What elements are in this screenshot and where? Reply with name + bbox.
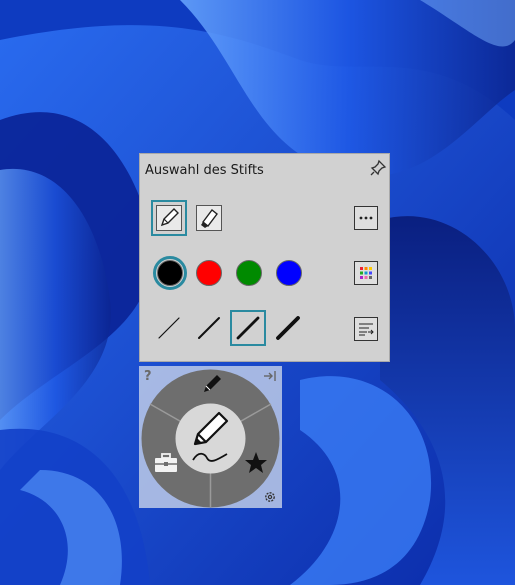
color-swatch-red[interactable]: [196, 260, 222, 286]
thick-line-icon: [236, 316, 260, 340]
color-swatch-black[interactable]: [157, 260, 183, 286]
line-width-settings-button[interactable]: [354, 317, 378, 341]
pen-selection-panel: Auswahl des Stifts: [139, 153, 390, 362]
thickest-line-icon: [276, 316, 300, 340]
color-palette-icon: [360, 267, 372, 279]
medium-line-icon: [198, 317, 220, 339]
color-palette-button[interactable]: [354, 261, 378, 285]
pin-button[interactable]: [369, 159, 387, 177]
line-width-2-button[interactable]: [191, 310, 227, 346]
highlighter-tool-button[interactable]: [191, 200, 227, 236]
line-width-3-button[interactable]: [230, 310, 266, 346]
more-options-button[interactable]: [354, 206, 378, 230]
thin-line-icon: [158, 317, 180, 339]
color-swatch-green[interactable]: [236, 260, 262, 286]
star-icon: [245, 452, 267, 473]
line-width-settings-icon: [359, 323, 374, 336]
panel-title: Auswahl des Stifts: [145, 163, 264, 178]
line-width-1-button[interactable]: [151, 310, 187, 346]
pen-icon: [204, 375, 221, 392]
settings-icon: [265, 492, 275, 502]
color-swatch-blue[interactable]: [276, 260, 302, 286]
pin-icon: [370, 159, 387, 176]
pencil-icon: [160, 208, 179, 227]
more-options-icon: [359, 216, 373, 220]
toolbox-icon: [155, 453, 177, 472]
collapse-icon: [264, 371, 276, 381]
highlighter-icon: [201, 209, 218, 228]
line-width-4-button[interactable]: [270, 310, 306, 346]
pen-menu-wheel: ?: [139, 366, 282, 508]
pen-ink-icon: [192, 411, 229, 462]
pen-tool-button[interactable]: [151, 200, 187, 236]
